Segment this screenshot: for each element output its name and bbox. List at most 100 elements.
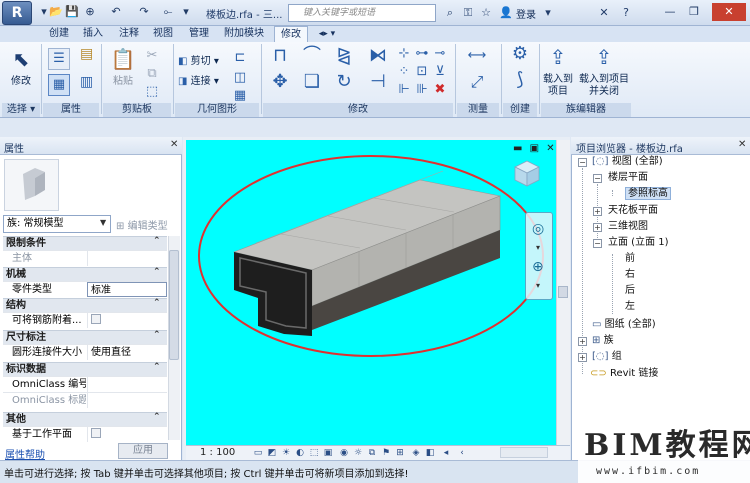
tab-manage[interactable]: 管理 <box>184 26 214 42</box>
split-element-icon[interactable]: ⊹ <box>396 46 412 62</box>
property-row[interactable]: 零件类型 标准 <box>3 281 167 297</box>
tree-node-families[interactable]: ⊞ 族 <box>592 334 614 348</box>
tab-view[interactable]: 视图 <box>148 26 178 42</box>
load-into-project-button[interactable]: ⇪ 载入到项目 <box>542 44 574 98</box>
reveal-constraints-icon[interactable]: ◧ <box>424 447 436 459</box>
tree-node-ceiling-plans[interactable]: 天花板平面 <box>608 204 658 218</box>
align-icon[interactable]: ⊓ <box>268 47 292 70</box>
group-other[interactable]: 其他 <box>3 412 167 426</box>
panel-label-select[interactable]: 选择 ▾ <box>2 103 40 117</box>
properties-scroll-thumb[interactable] <box>169 250 179 360</box>
minimize-button[interactable]: — <box>660 3 680 21</box>
property-value[interactable] <box>87 313 167 328</box>
open-icon[interactable]: 📂 <box>48 4 64 20</box>
chevron-down-icon[interactable]: ▾ <box>536 243 540 252</box>
tree-expander[interactable]: − <box>593 239 602 248</box>
property-row[interactable]: 主体 <box>3 250 167 266</box>
tab-contextual-dropdown[interactable]: ◂▸ ▾ <box>312 26 342 42</box>
split-face-icon[interactable]: ◫ <box>232 70 248 86</box>
edit-type-button[interactable]: ⊞ 编辑类型 <box>116 217 168 232</box>
paste-button[interactable]: 📋 粘贴 <box>108 46 138 88</box>
type-properties-icon[interactable]: ▥ <box>80 74 93 90</box>
tree-node-views[interactable]: [◌] 视图 (全部) <box>592 155 663 169</box>
temporary-hide-icon[interactable]: ◉ <box>338 447 350 459</box>
exchange-apps-icon[interactable]: ✕ <box>596 5 612 21</box>
chevron-down-icon[interactable]: ▾ <box>536 281 540 290</box>
tree-expander[interactable]: − <box>578 158 587 167</box>
trim-multiple-icon[interactable]: ⊩ <box>396 82 412 98</box>
detail-level-icon[interactable]: ▭ <box>252 447 264 459</box>
move-icon[interactable]: ✥ <box>268 73 292 96</box>
tree-node-left[interactable]: 左 <box>625 300 635 314</box>
measure-between-icon[interactable]: ⟷ <box>462 48 492 64</box>
tree-node-reference-level[interactable]: 参照标高 <box>625 187 671 201</box>
create-similar-icon[interactable]: ⟆ <box>508 71 532 94</box>
properties-close-icon[interactable]: ✕ <box>170 139 178 150</box>
array-icon[interactable]: ⁘ <box>396 64 412 80</box>
tree-expander[interactable]: − <box>593 174 602 183</box>
favorites-icon[interactable]: ☆ <box>478 5 494 21</box>
load-and-close-button[interactable]: ⇪ 载入到项目并关闭 <box>578 44 630 98</box>
constraints-icon[interactable]: ⊞ <box>394 447 406 459</box>
search-input[interactable]: 键入关键字或短语 <box>288 4 436 22</box>
join-geometry-button[interactable]: ◨ 连接 ▾ <box>178 74 219 90</box>
tree-node-elevations[interactable]: 立面 (立面 1) <box>608 236 669 250</box>
show-crop-icon[interactable]: ▣ <box>322 447 334 459</box>
application-menu-button[interactable]: R <box>2 1 32 25</box>
property-row[interactable]: 基于工作平面 <box>3 426 167 442</box>
type-selector[interactable]: 族: 常规模型 <box>3 215 111 233</box>
split-gap-icon[interactable]: ⊶ <box>414 46 430 62</box>
collapse-icon[interactable]: ⌃ <box>153 330 161 340</box>
group-structural[interactable]: 结构 <box>3 298 167 312</box>
collapse-icon[interactable]: ⌃ <box>153 412 161 422</box>
tree-node-front[interactable]: 前 <box>625 252 635 266</box>
redo-icon[interactable]: ↷ <box>136 4 152 20</box>
dimension-icon[interactable]: ⤢ <box>462 74 492 90</box>
drawing-area[interactable] <box>186 140 556 445</box>
scroll-left-icon[interactable]: ‹ <box>456 447 468 459</box>
undo-icon[interactable]: ↶ <box>108 4 124 20</box>
collapse-icon[interactable]: ⌃ <box>153 267 161 277</box>
visual-style-icon[interactable]: ◩ <box>266 447 278 459</box>
property-value[interactable]: 使用直径 <box>87 345 167 360</box>
offset-icon[interactable]: ⌒ <box>300 47 324 70</box>
delete-icon[interactable]: ✖ <box>432 82 448 98</box>
analysis-icon[interactable]: ⚑ <box>380 447 392 459</box>
worksharing-icon[interactable]: ⧉ <box>366 447 378 459</box>
paint-icon[interactable]: ▦ <box>232 88 248 104</box>
scale-icon[interactable]: ⊡ <box>414 64 430 80</box>
rotate-icon[interactable]: ↻ <box>332 73 356 96</box>
close-button[interactable]: ✕ <box>712 3 746 21</box>
tree-expander[interactable]: + <box>578 353 587 362</box>
extend-icon[interactable]: ⊪ <box>414 82 430 98</box>
reveal-hidden-icon[interactable]: ☼ <box>352 447 364 459</box>
part-type-field[interactable]: 标准 <box>87 282 167 297</box>
tab-modify[interactable]: 修改 <box>274 26 308 42</box>
tab-insert[interactable]: 插入 <box>78 26 108 42</box>
property-row[interactable]: 圆形连接件大小 使用直径 <box>3 344 167 360</box>
family-types-icon[interactable]: ▤ <box>80 46 93 62</box>
tree-expander[interactable]: + <box>593 207 602 216</box>
user-icon[interactable]: 👤 <box>498 5 514 21</box>
binoculars-icon[interactable]: ⌕ <box>442 5 458 21</box>
zoom-region-icon[interactable]: ⊕ <box>532 259 544 275</box>
shadows-icon[interactable]: ◐ <box>294 447 306 459</box>
mirror-axis-icon[interactable]: ⧎ <box>332 47 356 70</box>
tree-expander[interactable]: + <box>578 337 587 346</box>
view-scroll-thumb[interactable] <box>558 286 568 298</box>
property-row[interactable]: OmniClass 标题 <box>3 392 167 408</box>
subscription-icon[interactable]: ⚿ <box>460 5 476 21</box>
property-value[interactable] <box>87 393 167 408</box>
unpin-icon[interactable]: ⊻ <box>432 64 448 80</box>
collapse-icon[interactable]: ⌃ <box>153 298 161 308</box>
cut-geometry-button[interactable]: ◧ 剪切 ▾ <box>178 54 219 70</box>
view-scale[interactable]: 1 : 100 <box>200 447 235 458</box>
tab-annotate[interactable]: 注释 <box>114 26 144 42</box>
collapse-icon[interactable]: ⌃ <box>153 236 161 246</box>
group-dimensions[interactable]: 尺寸标注 <box>3 330 167 344</box>
property-value[interactable] <box>87 251 167 266</box>
pin-icon[interactable]: ⊸ <box>432 46 448 62</box>
checkbox[interactable] <box>91 314 101 324</box>
view-horizontal-scrollbar[interactable] <box>500 447 548 458</box>
property-value[interactable] <box>87 377 167 392</box>
